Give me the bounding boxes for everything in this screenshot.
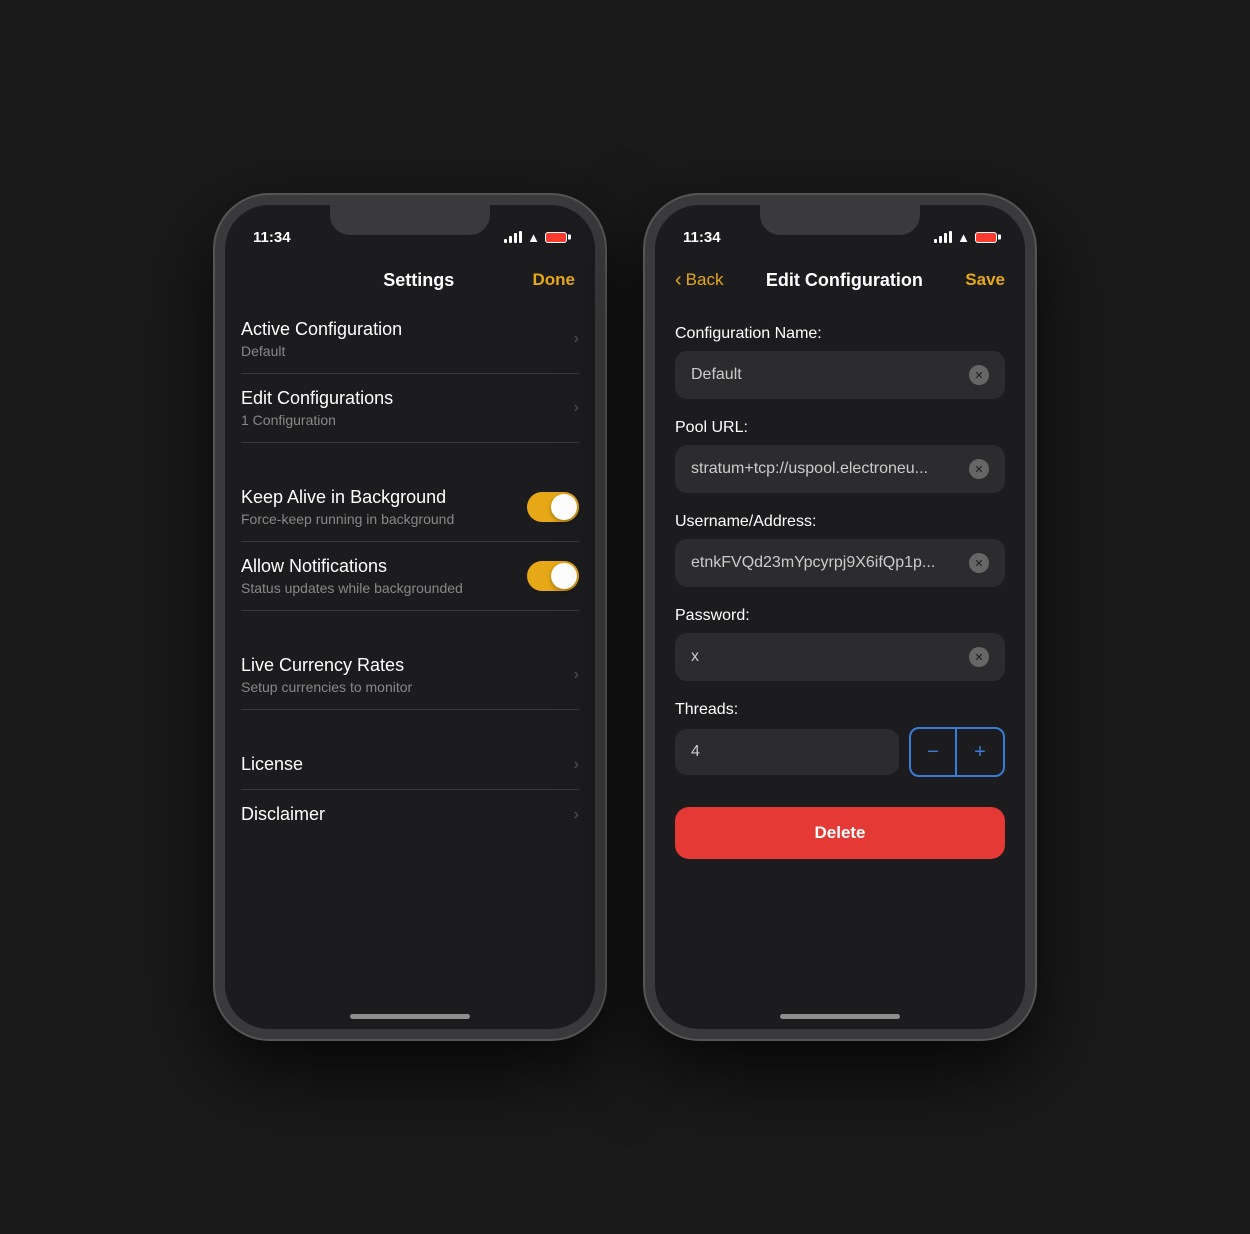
status-icons-right: ▲ <box>934 230 997 245</box>
chevron-right-icon: › <box>574 806 579 824</box>
signal-icon <box>504 231 522 243</box>
edit-config-form: Configuration Name: Default Pool URL: st… <box>655 325 1025 859</box>
settings-list: Active Configuration Default › Edit Conf… <box>225 305 595 839</box>
settings-title: Settings <box>383 270 454 291</box>
config-name-clear[interactable] <box>969 365 989 385</box>
pool-url-input[interactable]: stratum+tcp://uspool.electroneu... <box>675 445 1005 493</box>
delete-button[interactable]: Delete <box>675 807 1005 859</box>
chevron-left-icon: ‹ <box>675 270 682 290</box>
edit-config-screen: Configuration Name: Default Pool URL: st… <box>655 305 1025 879</box>
back-button[interactable]: ‹ Back <box>675 270 723 290</box>
chevron-right-icon: › <box>574 666 579 684</box>
allow-notifications-title: Allow Notifications <box>241 556 527 577</box>
home-indicator-right <box>780 1014 900 1019</box>
battery-icon <box>545 232 567 243</box>
active-configuration-item[interactable]: Active Configuration Default › <box>241 305 579 374</box>
threads-value: 4 <box>691 743 883 761</box>
left-phone: 11:34 ▲ Settings Done Active Configurati… <box>215 195 605 1039</box>
edit-configurations-item[interactable]: Edit Configurations 1 Configuration › <box>241 374 579 443</box>
keep-alive-item[interactable]: Keep Alive in Background Force-keep runn… <box>241 473 579 542</box>
keep-alive-toggle[interactable] <box>527 492 579 522</box>
threads-buttons: − + <box>909 727 1005 777</box>
license-item[interactable]: License › <box>241 740 579 790</box>
pool-url-clear[interactable] <box>969 459 989 479</box>
settings-screen: Active Configuration Default › Edit Conf… <box>225 305 595 839</box>
username-value: etnkFVQd23mYpcyrpj9X6ifQp1p... <box>691 554 961 572</box>
username-input[interactable]: etnkFVQd23mYpcyrpj9X6ifQp1p... <box>675 539 1005 587</box>
back-label: Back <box>686 270 724 290</box>
disclaimer-item[interactable]: Disclaimer › <box>241 790 579 839</box>
active-config-title: Active Configuration <box>241 319 574 340</box>
chevron-right-icon: › <box>574 399 579 417</box>
signal-icon-right <box>934 231 952 243</box>
password-clear[interactable] <box>969 647 989 667</box>
keep-alive-subtitle: Force-keep running in background <box>241 511 527 527</box>
live-currency-title: Live Currency Rates <box>241 655 574 676</box>
license-title: License <box>241 754 574 775</box>
settings-navbar: Settings Done <box>225 255 595 305</box>
threads-input[interactable]: 4 <box>675 729 899 775</box>
pool-url-label: Pool URL: <box>675 419 1005 437</box>
status-icons-left: ▲ <box>504 230 567 245</box>
notch <box>330 205 490 235</box>
chevron-right-icon: › <box>574 330 579 348</box>
live-currency-item[interactable]: Live Currency Rates Setup currencies to … <box>241 641 579 710</box>
threads-label: Threads: <box>675 701 1005 719</box>
live-currency-subtitle: Setup currencies to monitor <box>241 679 574 695</box>
notch-right <box>760 205 920 235</box>
allow-notifications-toggle[interactable] <box>527 561 579 591</box>
keep-alive-title: Keep Alive in Background <box>241 487 527 508</box>
edit-config-navbar: ‹ Back Edit Configuration Save <box>655 255 1025 305</box>
config-name-input[interactable]: Default <box>675 351 1005 399</box>
chevron-right-icon: › <box>574 756 579 774</box>
save-button[interactable]: Save <box>965 270 1005 290</box>
time-right: 11:34 <box>683 229 721 246</box>
edit-config-title: Edit Configurations <box>241 388 574 409</box>
password-value: x <box>691 648 961 666</box>
threads-row: 4 − + <box>675 727 1005 777</box>
password-label: Password: <box>675 607 1005 625</box>
active-config-subtitle: Default <box>241 343 574 359</box>
done-button[interactable]: Done <box>532 270 575 290</box>
right-phone: 11:34 ▲ ‹ Back Edit Configuration Save C… <box>645 195 1035 1039</box>
allow-notifications-subtitle: Status updates while backgrounded <box>241 580 527 596</box>
pool-url-value: stratum+tcp://uspool.electroneu... <box>691 460 961 478</box>
threads-minus-button[interactable]: − <box>911 729 957 775</box>
wifi-icon-right: ▲ <box>957 230 970 245</box>
edit-config-subtitle: 1 Configuration <box>241 412 574 428</box>
threads-plus-button[interactable]: + <box>957 729 1003 775</box>
edit-config-title: Edit Configuration <box>766 270 923 291</box>
password-input[interactable]: x <box>675 633 1005 681</box>
username-label: Username/Address: <box>675 513 1005 531</box>
disclaimer-title: Disclaimer <box>241 804 574 825</box>
wifi-icon: ▲ <box>527 230 540 245</box>
username-clear[interactable] <box>969 553 989 573</box>
config-name-label: Configuration Name: <box>675 325 1005 343</box>
battery-icon-right <box>975 232 997 243</box>
home-indicator <box>350 1014 470 1019</box>
allow-notifications-item[interactable]: Allow Notifications Status updates while… <box>241 542 579 611</box>
time-left: 11:34 <box>253 229 291 246</box>
config-name-value: Default <box>691 366 961 384</box>
